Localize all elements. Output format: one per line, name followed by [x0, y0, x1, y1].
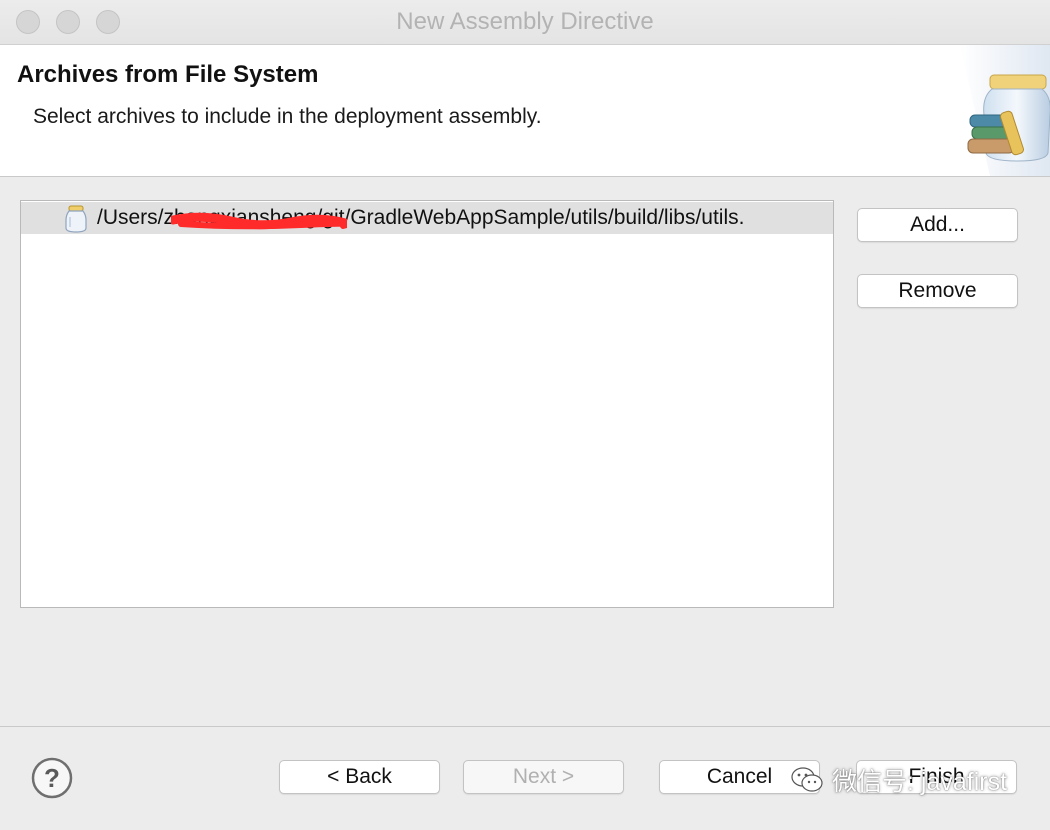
window-title: New Assembly Directive — [396, 8, 654, 35]
archive-list[interactable]: /Users/zhangxiansheng/git/GradleWebAppSa… — [20, 200, 834, 608]
next-button[interactable]: Next > — [463, 760, 624, 794]
help-icon[interactable]: ? — [31, 757, 73, 799]
watermark-text: 微信号: javafirst — [832, 768, 1008, 796]
page-title: Archives from File System — [17, 61, 319, 88]
archive-list-item[interactable]: /Users/zhangxiansheng/git/GradleWebAppSa… — [21, 202, 833, 234]
wizard-header: Archives from File System Select archive… — [0, 45, 1050, 177]
redaction-mark — [171, 212, 347, 230]
jar-icon — [65, 205, 87, 233]
watermark: 微信号: javafirst — [790, 758, 1007, 802]
wechat-icon — [791, 767, 823, 792]
page-description: Select archives to include in the deploy… — [33, 105, 542, 128]
archive-jar-banner-icon — [960, 45, 1050, 176]
remove-button[interactable]: Remove — [857, 274, 1018, 308]
svg-text:?: ? — [44, 763, 60, 793]
footer-divider — [0, 726, 1050, 727]
back-button[interactable]: < Back — [279, 760, 440, 794]
title-bar: New Assembly Directive — [0, 0, 1050, 45]
dialog-window: New Assembly Directive Archives from Fil… — [0, 0, 1050, 830]
add-button[interactable]: Add... — [857, 208, 1018, 242]
